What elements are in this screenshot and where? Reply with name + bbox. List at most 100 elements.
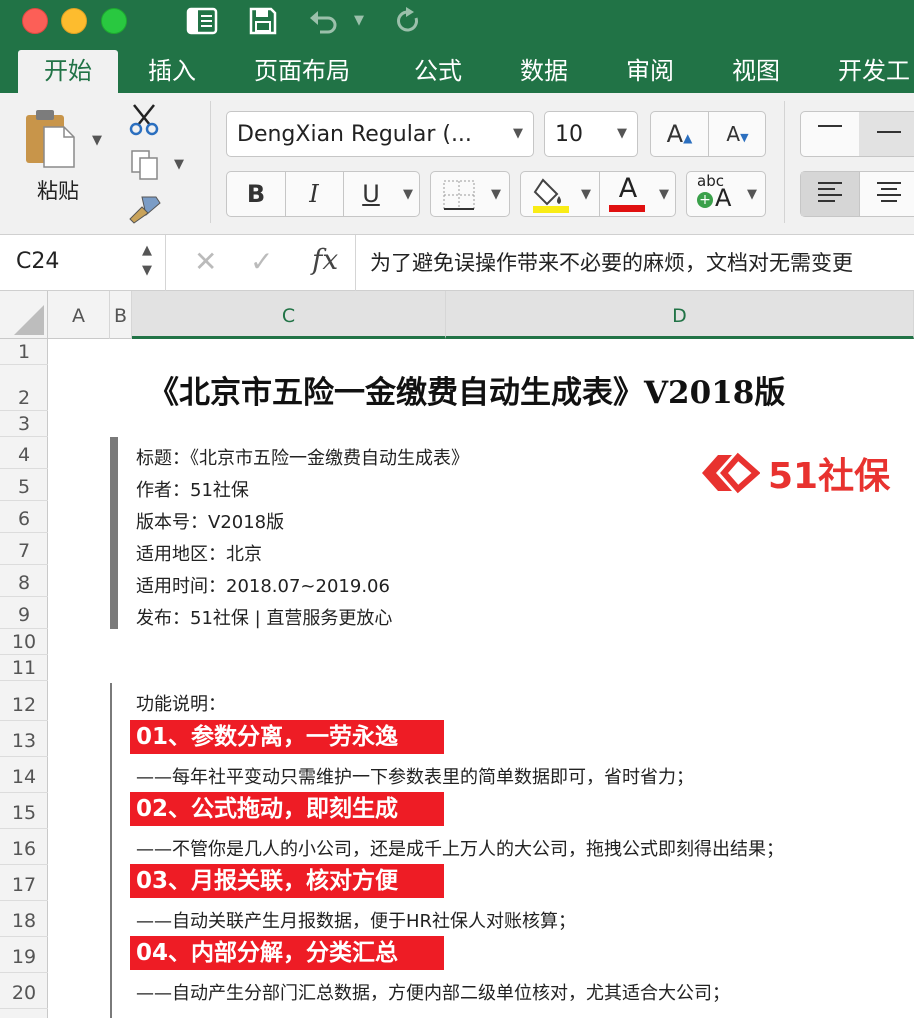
align-top-button[interactable] — [801, 112, 859, 156]
logo-text: 51社保 — [768, 456, 891, 497]
sheet-grid[interactable]: 《北京市五险一金缴费自动生成表》V2018版 标题：《北京市五险一金缴费自动生成… — [48, 339, 914, 1018]
sidebar-toggle-icon[interactable] — [186, 6, 218, 36]
formula-controls: ✕ ✓ fx — [166, 235, 356, 291]
undo-dropdown-icon[interactable]: ▼ — [354, 6, 364, 36]
name-box[interactable]: C24 ▲ ▼ — [0, 235, 166, 291]
tab-data[interactable]: 数据 — [516, 50, 572, 93]
align-left-button[interactable] — [801, 172, 859, 216]
select-all-button[interactable] — [0, 291, 48, 339]
close-window-button[interactable] — [22, 8, 48, 34]
row-header[interactable]: 9 — [0, 597, 48, 629]
font-size-select[interactable]: 10 ▼ — [544, 111, 638, 157]
logo-mark-icon — [702, 452, 760, 494]
phonetic-button[interactable]: abc + A ▼ — [686, 171, 766, 217]
column-header-a[interactable]: A — [48, 291, 110, 339]
meta-title: 标题：《北京市五险一金缴费自动生成表》 — [136, 448, 469, 469]
color-group: ▼ A ▼ — [520, 171, 676, 217]
row-header[interactable]: 15 — [0, 793, 48, 829]
tab-page-layout[interactable]: 页面布局 — [250, 50, 354, 93]
column-header-d[interactable]: D — [446, 291, 914, 339]
insert-function-button[interactable]: fx — [312, 243, 338, 276]
row-header[interactable]: 1 — [0, 339, 48, 365]
row-header[interactable]: 14 — [0, 757, 48, 793]
meta-region: 适用地区：北京 — [136, 544, 262, 565]
format-painter-icon[interactable] — [126, 193, 162, 229]
feature-title: 01、参数分离，一劳永逸 — [130, 720, 444, 754]
row-header[interactable]: 2 — [0, 365, 48, 411]
row-header[interactable]: 10 — [0, 629, 48, 655]
chevron-down-icon: ▼ — [747, 187, 757, 202]
borders-icon — [443, 180, 475, 214]
meta-publisher: 发布：51社保 | 直营服务更放心 — [136, 608, 393, 629]
tab-view[interactable]: 视图 — [728, 50, 784, 93]
row-header[interactable]: 6 — [0, 501, 48, 533]
align-center-button[interactable] — [859, 172, 914, 216]
row-header[interactable]: 7 — [0, 533, 48, 565]
align-middle-icon — [877, 131, 901, 133]
confirm-icon[interactable]: ✓ — [250, 245, 273, 278]
borders-button[interactable]: ▼ — [430, 171, 510, 217]
paste-dropdown-icon[interactable]: ▼ — [92, 133, 102, 148]
row-header[interactable]: 5 — [0, 469, 48, 501]
fill-color-dropdown-icon[interactable]: ▼ — [581, 187, 591, 202]
row-header[interactable]: 3 — [0, 411, 48, 437]
paste-icon[interactable] — [22, 107, 78, 173]
vertical-align-group — [800, 111, 914, 157]
grow-font-button[interactable]: A▲ — [651, 112, 708, 156]
feature-description: ——不管你是几人的小公司，还是成千上万人的大公司，拖拽公式即刻得出结果； — [136, 839, 784, 860]
row-headers: 1 2 3 4 5 6 7 8 9 10 11 12 13 14 15 16 1… — [0, 339, 48, 1018]
fill-color-icon[interactable] — [533, 176, 573, 218]
minimize-window-button[interactable] — [61, 8, 87, 34]
row-header[interactable]: 19 — [0, 937, 48, 973]
row-header[interactable]: 4 — [0, 437, 48, 469]
tab-formulas[interactable]: 公式 — [410, 50, 466, 93]
row-header[interactable]: 16 — [0, 829, 48, 865]
font-size-adjust-group: A▲ A▼ — [650, 111, 766, 157]
font-color-dropdown-icon[interactable]: ▼ — [659, 187, 669, 202]
meta-version: 版本号：V2018版 — [136, 512, 285, 533]
underline-button[interactable]: U — [343, 172, 399, 216]
row-header[interactable]: 17 — [0, 865, 48, 901]
row-header[interactable]: 11 — [0, 655, 48, 681]
align-middle-button[interactable] — [859, 112, 914, 156]
tab-developer[interactable]: 开发工 — [834, 50, 914, 93]
cut-icon[interactable] — [128, 103, 160, 141]
feature-description: ——自动产生分部门汇总数据，方便内部二级单位核对，尤其适合大公司； — [136, 983, 730, 1004]
save-icon[interactable] — [248, 6, 278, 36]
row-header[interactable]: 12 — [0, 681, 48, 721]
name-box-stepper-icon[interactable]: ▲ ▼ — [142, 241, 152, 281]
formula-bar: C24 ▲ ▼ ✕ ✓ fx 为了避免误操作带来不必要的麻烦，文档对无需变更 — [0, 235, 914, 291]
row-header[interactable]: 13 — [0, 721, 48, 757]
underline-dropdown-icon[interactable]: ▼ — [403, 187, 413, 202]
font-name-select[interactable]: DengXian Regular (... ▼ — [226, 111, 534, 157]
row-header[interactable]: 8 — [0, 565, 48, 597]
chevron-down-icon: ▼ — [491, 187, 501, 202]
feature-title: 02、公式拖动，即刻生成 — [130, 792, 444, 826]
tab-insert[interactable]: 插入 — [144, 50, 200, 93]
tab-review[interactable]: 审阅 — [622, 50, 678, 93]
cancel-icon[interactable]: ✕ — [194, 245, 217, 278]
font-style-group: B I U ▼ — [226, 171, 420, 217]
shrink-font-button[interactable]: A▼ — [709, 112, 766, 156]
redo-icon[interactable] — [394, 6, 422, 36]
column-header-c[interactable]: C — [132, 291, 446, 339]
column-header-b[interactable]: B — [110, 291, 132, 339]
italic-button[interactable]: I — [285, 172, 343, 216]
ribbon-tabs: 开始 插入 页面布局 公式 数据 审阅 视图 开发工 — [0, 44, 914, 93]
column-headers: A B C D — [0, 291, 914, 339]
font-name-value: DengXian Regular (... — [237, 122, 472, 147]
row-header[interactable]: 20 — [0, 973, 48, 1009]
zoom-window-button[interactable] — [101, 8, 127, 34]
tab-home[interactable]: 开始 — [18, 50, 118, 93]
horizontal-align-group — [800, 171, 914, 217]
undo-icon[interactable] — [308, 6, 344, 36]
shrink-font-label: A — [726, 122, 741, 146]
copy-icon[interactable] — [130, 149, 160, 185]
paste-label[interactable]: 粘贴 — [37, 175, 79, 205]
row-header[interactable]: 18 — [0, 901, 48, 937]
bold-button[interactable]: B — [227, 172, 285, 216]
font-color-button[interactable]: A — [609, 172, 647, 206]
arrow-down-icon: ▼ — [740, 131, 749, 144]
copy-dropdown-icon[interactable]: ▼ — [174, 157, 184, 172]
formula-input[interactable]: 为了避免误操作带来不必要的麻烦，文档对无需变更 — [370, 247, 853, 277]
